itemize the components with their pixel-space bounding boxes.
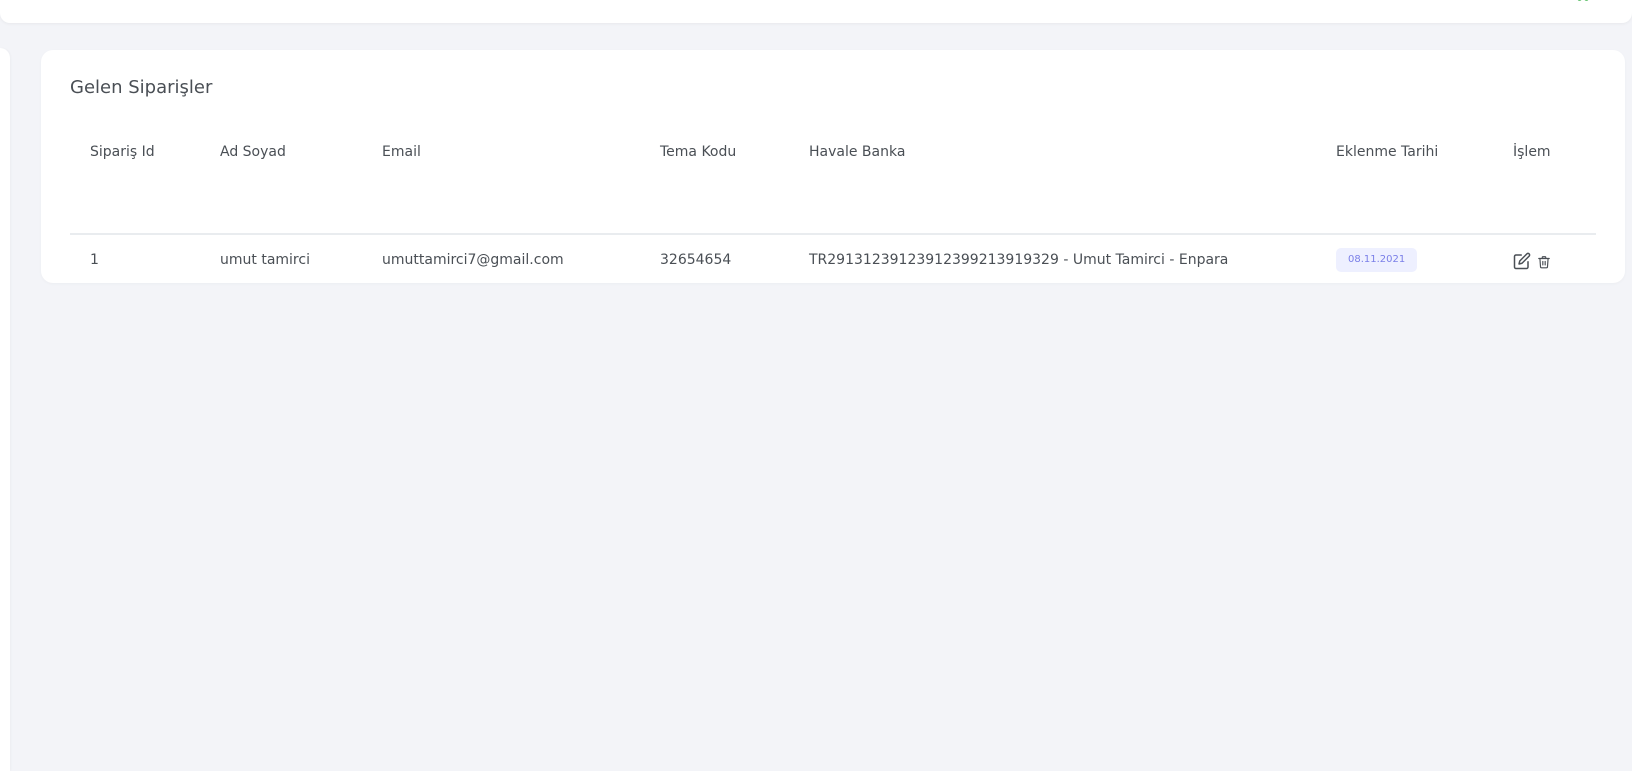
edit-icon[interactable]: [1513, 252, 1531, 270]
top-navbar: [0, 0, 1632, 23]
column-header-bank[interactable]: Havale Banka: [809, 144, 905, 160]
column-header-order-id[interactable]: Sipariş Id: [90, 144, 155, 160]
card-title: Gelen Siparişler: [70, 77, 213, 98]
orders-card: Gelen Siparişler Sipariş Id Ad Soyad Ema…: [41, 50, 1625, 283]
column-header-date[interactable]: Eklenme Tarihi: [1336, 144, 1438, 160]
cell-email: umuttamirci7@gmail.com: [382, 252, 564, 268]
cell-name: umut tamirci: [220, 252, 310, 268]
row-actions: [1513, 252, 1551, 270]
column-header-theme-code[interactable]: Tema Kodu: [660, 144, 736, 160]
sidebar: [0, 48, 10, 771]
column-header-email[interactable]: Email: [382, 144, 421, 160]
table-header: Sipariş Id Ad Soyad Email Tema Kodu Hava…: [70, 134, 1596, 235]
date-badge: 08.11.2021: [1336, 248, 1418, 272]
column-header-name[interactable]: Ad Soyad: [220, 144, 286, 160]
cell-order-id: 1: [90, 252, 99, 268]
table-row: 1 umut tamirci umuttamirci7@gmail.com 32…: [70, 234, 1596, 289]
cell-theme-code: 32654654: [660, 252, 732, 268]
column-header-actions: İşlem: [1513, 144, 1551, 160]
status-icon[interactable]: [1574, 0, 1592, 4]
cell-bank: TR29131239123912399213919329 - Umut Tami…: [809, 252, 1229, 268]
trash-icon[interactable]: [1537, 254, 1551, 269]
